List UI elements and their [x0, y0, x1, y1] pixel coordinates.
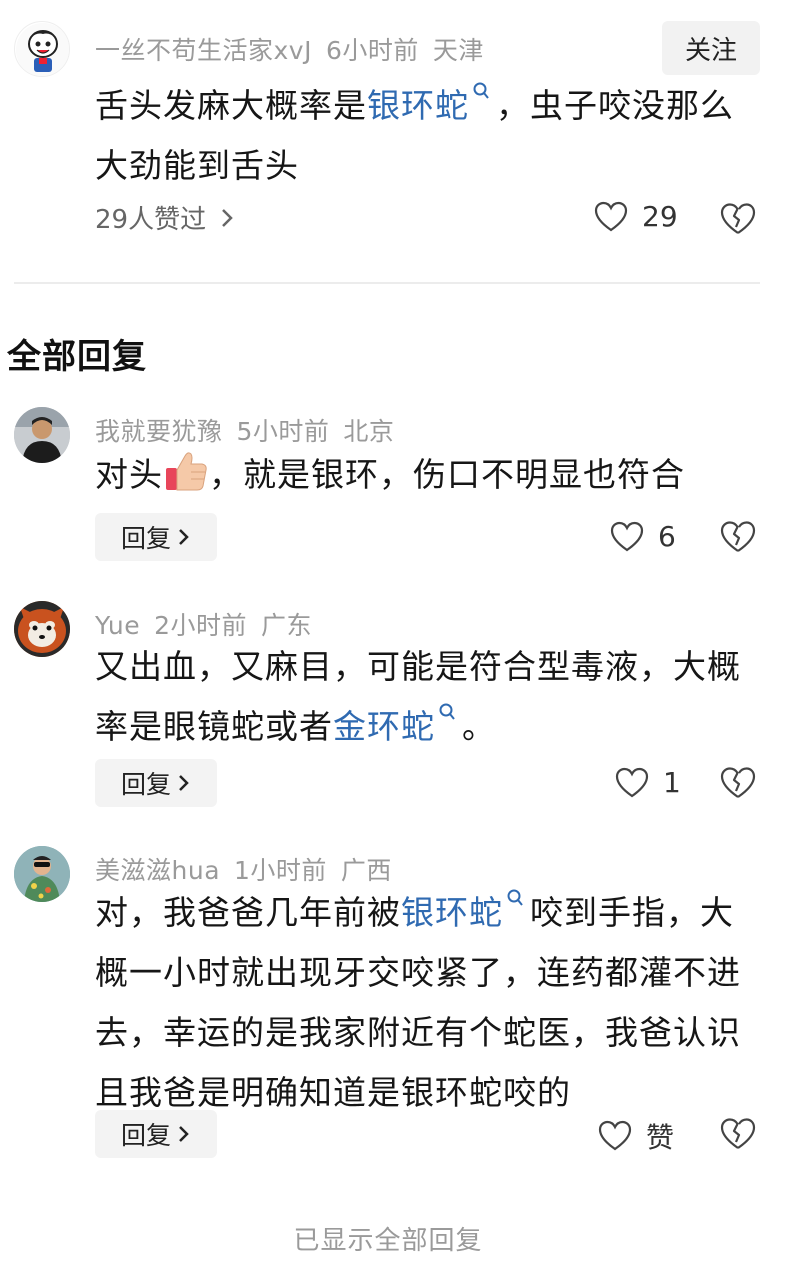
like-button[interactable]: 6	[610, 520, 676, 553]
reply-meta: 我就要犹豫 5小时前 北京	[95, 412, 408, 448]
chevron-right-icon	[179, 529, 189, 545]
like-button[interactable]: 29	[594, 200, 678, 233]
avatar[interactable]	[14, 407, 70, 463]
chevron-right-icon	[179, 775, 189, 791]
avatar[interactable]	[14, 601, 70, 657]
location: 天津	[432, 36, 484, 65]
username[interactable]: 我就要犹豫	[95, 417, 223, 446]
reply-button[interactable]: 回复	[95, 759, 217, 807]
heart-icon	[594, 201, 628, 231]
location: 广西	[340, 856, 392, 885]
username[interactable]: 一丝不苟生活家xvJ	[95, 36, 312, 65]
location: 北京	[343, 417, 395, 446]
dislike-broken-heart-icon[interactable]	[720, 1117, 756, 1151]
follow-button[interactable]: 关注	[662, 21, 760, 75]
dislike-broken-heart-icon[interactable]	[720, 520, 756, 554]
like-count: 29	[642, 200, 678, 233]
search-link[interactable]: 银环蛇	[367, 86, 469, 125]
chevron-right-icon	[222, 208, 233, 227]
username[interactable]: Yue	[95, 611, 140, 640]
search-link[interactable]: 银环蛇	[401, 893, 503, 932]
reply-text: 又出血，又麻目，可能是符合型毒液，大概率是眼镜蛇或者金环蛇。	[95, 647, 741, 746]
liked-by-summary[interactable]: 29人赞过	[95, 199, 234, 236]
search-icon[interactable]	[438, 702, 456, 724]
username[interactable]: 美滋滋hua	[95, 856, 220, 885]
heart-icon	[598, 1120, 632, 1151]
timestamp: 5小时前	[236, 417, 330, 446]
dislike-broken-heart-icon[interactable]	[720, 766, 756, 800]
reply-button[interactable]: 回复	[95, 513, 217, 561]
reply-meta: 美滋滋hua 1小时前 广西	[95, 851, 406, 887]
like-button[interactable]: 赞	[598, 1116, 674, 1156]
dislike-broken-heart-icon[interactable]	[720, 202, 756, 236]
timestamp: 2小时前	[154, 611, 248, 640]
heart-icon	[610, 521, 644, 551]
search-icon[interactable]	[472, 81, 490, 103]
like-button[interactable]: 1	[615, 766, 681, 799]
reply-button[interactable]: 回复	[95, 1110, 217, 1158]
avatar[interactable]	[14, 846, 70, 902]
section-title: 全部回复	[7, 337, 147, 377]
search-icon[interactable]	[506, 888, 524, 910]
reply-text: 对，我爸爸几年前被银环蛇 咬到手指，大概一小时就出现牙交咬紧了，连药都灌不进去，幸…	[95, 883, 760, 1123]
comment-text: 舌头发麻大概率是银环蛇 ，虫子咬没那么大劲能到舌头	[95, 76, 760, 196]
comment-meta: 一丝不苟生活家xvJ 6小时前 天津	[95, 31, 498, 67]
like-count: 1	[663, 766, 681, 799]
timestamp: 1小时前	[234, 856, 327, 885]
timestamp: 6小时前	[325, 36, 419, 65]
search-link[interactable]: 金环蛇	[333, 707, 435, 746]
like-label: 赞	[646, 1121, 675, 1154]
location: 广东	[261, 611, 313, 640]
heart-icon	[615, 767, 649, 797]
like-count: 6	[658, 520, 676, 553]
chevron-right-icon	[179, 1126, 189, 1142]
all-replies-shown-label: 已显示全部回复	[293, 1226, 483, 1256]
thumbs-up-icon	[166, 452, 207, 491]
divider	[14, 282, 760, 284]
reply-text: 对头 ，就是银环，伤口不明显也符合	[95, 445, 760, 505]
avatar[interactable]	[14, 21, 70, 77]
